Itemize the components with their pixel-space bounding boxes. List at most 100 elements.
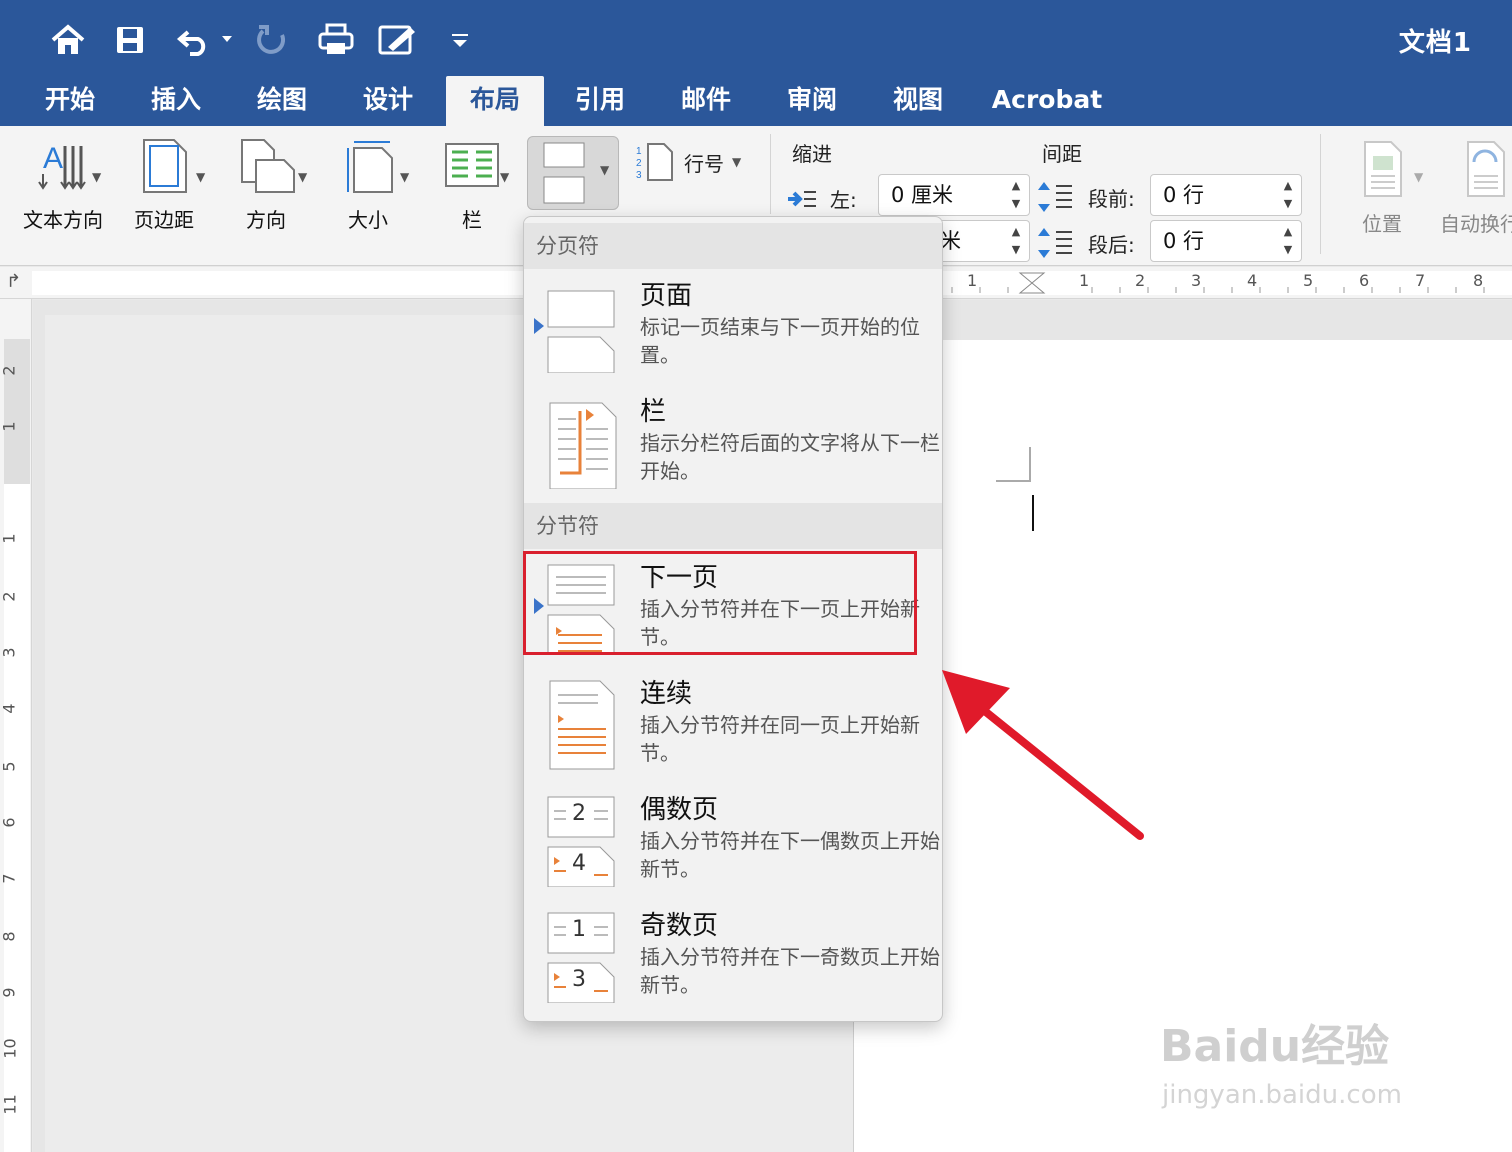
title-bar: 文档1 — [0, 0, 1512, 76]
ruler-label: 8 — [1473, 271, 1484, 290]
ruler-label: 8 — [0, 931, 19, 942]
tab-view[interactable]: 视图 — [876, 76, 960, 126]
position-button[interactable]: ▼ 位置 — [1340, 138, 1424, 237]
indent-heading: 缩进 — [792, 142, 832, 166]
line-numbers-button[interactable]: 123 行号 ▼ — [636, 142, 741, 182]
margin-corner-mark — [996, 447, 1031, 482]
margins-icon — [143, 139, 187, 193]
wrap-text-button[interactable]: 自动换行 — [1440, 138, 1512, 237]
stepper-arrows[interactable]: ▲ ▼ — [1007, 223, 1025, 259]
space-after-row: 段后: — [1036, 226, 1135, 260]
undo-icon[interactable] — [174, 20, 234, 60]
ruler-label: 7 — [1415, 271, 1426, 290]
ruler-label: 7 — [0, 873, 19, 884]
tab-design[interactable]: 设计 — [346, 76, 430, 126]
menu-item-title: 偶数页 — [640, 795, 719, 825]
svg-text:2: 2 — [636, 158, 642, 169]
ribbon-tabs: 开始 插入 绘图 设计 布局 引用 邮件 审阅 视图 Acrobat — [0, 76, 1512, 126]
annotation-arrow-icon — [942, 670, 1144, 840]
menu-item-title: 栏 — [640, 397, 667, 427]
menu-item-title: 奇数页 — [640, 911, 719, 941]
menu-item-page-break[interactable]: 页面 标记一页结束与下一页开始的位置。 — [524, 271, 942, 385]
orientation-icon — [241, 139, 295, 193]
ruler-label: 3 — [1191, 271, 1202, 290]
columns-button[interactable]: ▼ 栏 — [430, 138, 514, 233]
text-direction-icon: A — [38, 142, 86, 190]
ruler-label: 1 — [0, 421, 19, 432]
ruler-label: 3 — [0, 647, 19, 658]
text-direction-button[interactable]: A ▼ 文本方向 — [18, 138, 108, 233]
tab-references[interactable]: 引用 — [558, 76, 642, 126]
space-before-label: 段前: — [1088, 186, 1135, 211]
menu-item-title: 页面 — [640, 281, 693, 311]
document-title: 文档1 — [1398, 28, 1472, 58]
tab-layout[interactable]: 布局 — [446, 76, 544, 126]
space-before-row: 段前: — [1036, 180, 1135, 214]
selection-marker-icon — [534, 318, 544, 334]
edit-icon[interactable] — [378, 20, 418, 60]
menu-item-description: 标记一页结束与下一页开始的位置。 — [640, 315, 920, 367]
orientation-label: 方向 — [246, 208, 286, 232]
ruler-label: 6 — [0, 817, 19, 828]
home-icon[interactable] — [48, 20, 88, 60]
menu-item-column-break[interactable]: 栏 指示分栏符后面的文字将从下一栏开始。 — [524, 387, 942, 501]
tab-selector-icon[interactable]: ↱ — [6, 271, 21, 292]
section-breaks-header: 分节符 — [524, 503, 942, 549]
wrap-text-label: 自动换行 — [1440, 212, 1512, 236]
ruler-label: 10 — [0, 1038, 20, 1059]
chevron-down-icon: ▼ — [1414, 170, 1424, 184]
chevron-down-icon: ▼ — [196, 170, 206, 184]
margins-button[interactable]: ▼ 页边距 — [124, 138, 206, 233]
page-breaks-header: 分页符 — [524, 223, 942, 269]
orientation-button[interactable]: ▼ 方向 — [226, 138, 307, 233]
indent-left-row: 左: — [786, 184, 857, 213]
menu-item-continuous[interactable]: 连续 插入分节符并在同一页上开始新节。 — [524, 669, 942, 783]
thumb-number: 2 — [572, 801, 586, 826]
tab-draw[interactable]: 绘图 — [240, 76, 324, 126]
watermark-url: jingyan.baidu.com — [1162, 1080, 1402, 1110]
breaks-button[interactable]: ▼ — [527, 136, 619, 210]
odd-page-thumb-icon: 1 3 — [546, 907, 618, 1003]
line-numbers-icon: 123 — [636, 143, 673, 181]
tab-insert[interactable]: 插入 — [134, 76, 218, 126]
ribbon-separator — [770, 134, 771, 214]
menu-item-even-page[interactable]: 2 4 偶数页 插入分节符并在下一偶数页上开始新节。 — [524, 785, 942, 899]
menu-item-description: 插入分节符并在下一奇数页上开始新节。 — [640, 945, 940, 997]
chevron-down-icon: ▼ — [400, 170, 410, 184]
size-icon — [347, 141, 393, 193]
customize-icon[interactable] — [440, 20, 480, 60]
indent-left-label: 左: — [830, 188, 857, 212]
redo-icon[interactable] — [252, 20, 292, 60]
save-icon[interactable] — [110, 20, 150, 60]
ruler-label: 2 — [0, 365, 19, 376]
margins-label: 页边距 — [134, 208, 194, 232]
ruler-label: 2 — [1135, 271, 1146, 290]
space-after-field[interactable]: 0 行 ▲ ▼ — [1150, 220, 1302, 262]
text-direction-label: 文本方向 — [23, 208, 103, 232]
stepper-arrows[interactable]: ▲ ▼ — [1279, 223, 1297, 259]
tab-review[interactable]: 审阅 — [770, 76, 854, 126]
thumb-number: 3 — [572, 967, 586, 992]
vertical-ruler: 2 1 1 2 3 4 5 6 7 8 9 10 11 — [0, 299, 32, 1152]
indent-left-icon — [788, 190, 816, 207]
page-break-thumb-icon — [547, 290, 615, 373]
stepper-arrows[interactable]: ▲ ▼ — [1279, 177, 1297, 213]
ruler-label: 11 — [0, 1094, 20, 1115]
menu-item-odd-page[interactable]: 1 3 奇数页 插入分节符并在下一奇数页上开始新节。 — [524, 901, 942, 1015]
indent-left-field[interactable]: 0 厘米 ▲ ▼ — [878, 174, 1030, 216]
tab-home[interactable]: 开始 — [28, 76, 112, 126]
tab-acrobat[interactable]: Acrobat — [988, 76, 1106, 126]
line-numbers-label: 行号 — [684, 151, 724, 176]
svg-text:1: 1 — [636, 146, 642, 157]
thumb-number: 4 — [572, 851, 586, 876]
ruler-label: 4 — [1247, 271, 1258, 290]
print-icon[interactable] — [316, 20, 356, 60]
position-label: 位置 — [1362, 212, 1402, 236]
svg-text:A: A — [43, 142, 63, 175]
size-button[interactable]: ▼ 大小 — [328, 138, 410, 233]
svg-text:3: 3 — [636, 170, 642, 181]
ribbon-separator — [1320, 134, 1321, 254]
stepper-arrows[interactable]: ▲ ▼ — [1007, 177, 1025, 213]
tab-mailings[interactable]: 邮件 — [664, 76, 748, 126]
space-before-field[interactable]: 0 行 ▲ ▼ — [1150, 174, 1302, 216]
